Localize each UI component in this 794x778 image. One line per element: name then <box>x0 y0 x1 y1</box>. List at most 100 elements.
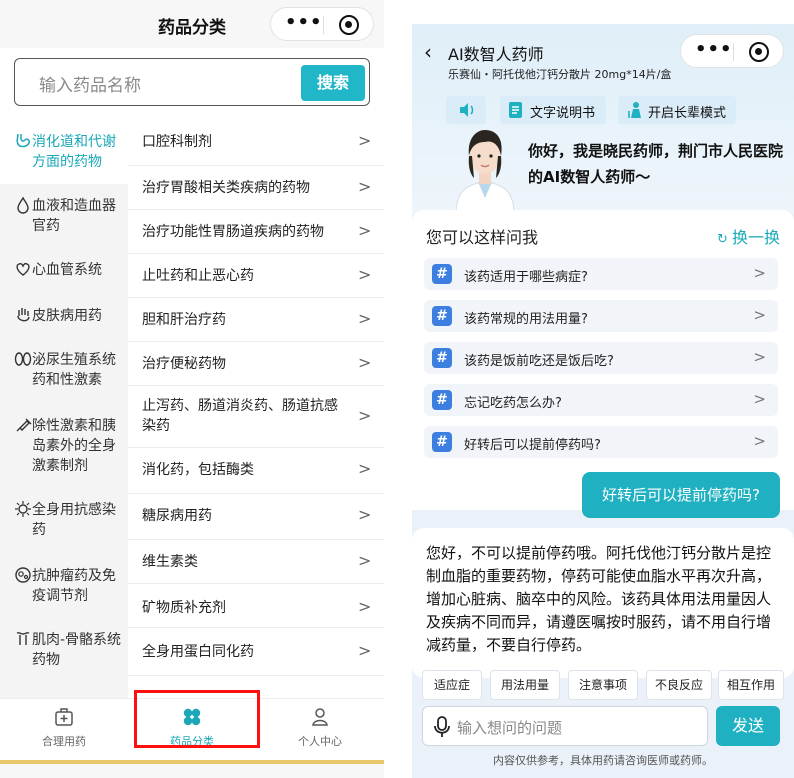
category-antineoplastic[interactable]: 抗肿瘤药及免疫调节剂 <box>0 560 128 624</box>
chevron-right-icon: > <box>358 551 372 570</box>
document-icon <box>508 101 524 119</box>
chevron-right-icon: > <box>358 221 372 240</box>
subcategory-item[interactable]: 治疗胃酸相关类疾病的药物 > <box>128 166 384 210</box>
hashtag-icon: # <box>432 306 452 326</box>
category-sidebar: 消化道和代谢方面的药物 血液和造血器官药 心血管系统 皮肤病用药 泌尿生殖系统药… <box>0 120 128 698</box>
subcategory-item[interactable]: 维生素类 > <box>128 540 384 584</box>
blood-drop-icon <box>14 196 32 216</box>
medicine-box-icon <box>54 707 74 727</box>
chip-side-effects[interactable]: 不良反应 <box>646 670 712 700</box>
search-area: 输入药品名称 搜索 <box>0 48 384 120</box>
close-mini-program-icon[interactable] <box>749 42 769 62</box>
search-input[interactable]: 输入药品名称 <box>39 71 141 96</box>
tab-label: 个人中心 <box>298 735 342 748</box>
kidney-icon <box>14 350 32 370</box>
microphone-icon[interactable] <box>433 716 451 738</box>
chip-precautions[interactable]: 注意事项 <box>568 670 638 700</box>
capsule-divider <box>733 43 734 61</box>
bottom-decor-line <box>0 760 384 764</box>
chevron-right-icon: > <box>358 505 372 524</box>
category-cardio[interactable]: 心血管系统 <box>0 248 128 294</box>
hand-icon <box>14 306 32 326</box>
subcategory-item[interactable]: 矿物质补充剂 > <box>128 584 384 628</box>
heart-icon <box>14 260 32 280</box>
subcategory-label: 止吐药和止恶心药 <box>142 268 254 284</box>
elder-mode-button[interactable]: 开启长辈模式 <box>618 96 736 124</box>
more-menu-icon[interactable]: ••• <box>285 14 322 34</box>
suggested-question[interactable]: # 该药常规的用法用量? > <box>424 300 778 332</box>
capsule-divider <box>323 16 324 34</box>
suggested-question[interactable]: # 好转后可以提前停药吗? > <box>424 426 778 458</box>
category-label: 全身用抗感染药 <box>32 502 116 538</box>
tab-personal-center[interactable]: 个人中心 <box>256 699 384 759</box>
suggested-question[interactable]: # 该药适用于哪些病症? > <box>424 258 778 290</box>
category-urogenital[interactable]: 泌尿生殖系统药和性激素 <box>0 340 128 404</box>
subcategory-item[interactable]: 糖尿病用药 > <box>128 494 384 540</box>
suggested-question[interactable]: # 忘记吃药怎么办? > <box>424 384 778 416</box>
pharmacist-header-area: ‹ AI数智人药师 乐赛仙・阿托伐他汀钙分散片 20mg*14片/盒 ••• 文… <box>412 24 794 215</box>
close-mini-program-icon[interactable] <box>339 15 359 35</box>
search-box: 输入药品名称 搜索 <box>14 58 370 106</box>
chip-dosage[interactable]: 用法用量 <box>490 670 560 700</box>
subcategory-item[interactable]: 口腔科制剂 > <box>128 120 384 166</box>
category-label: 抗肿瘤药及免疫调节剂 <box>32 568 116 604</box>
instructions-button[interactable]: 文字说明书 <box>500 96 606 124</box>
question-text: 该药常规的用法用量? <box>464 312 588 327</box>
voice-toggle-button[interactable] <box>446 96 486 124</box>
category-label: 血液和造血器官药 <box>32 198 116 234</box>
input-bar: 输入想问的问题 发送 <box>412 704 794 754</box>
category-skin[interactable]: 皮肤病用药 <box>0 294 128 340</box>
instructions-label: 文字说明书 <box>530 106 596 121</box>
category-blood[interactable]: 血液和造血器官药 <box>0 184 128 248</box>
subcategory-item[interactable]: 止泻药、肠道消炎药、肠道抗感染药 > <box>128 386 384 448</box>
chip-interactions[interactable]: 相互作用 <box>718 670 784 700</box>
question-text: 忘记吃药怎么办? <box>464 396 562 411</box>
subcategory-item[interactable]: 胆和肝治疗药 > <box>128 298 384 342</box>
subcategory-item[interactable]: 治疗便秘药物 > <box>128 342 384 386</box>
suggested-question[interactable]: # 该药是饭前吃还是饭后吃? > <box>424 342 778 374</box>
mini-program-capsule: ••• <box>270 7 374 41</box>
refresh-label: 换一换 <box>731 228 780 247</box>
search-button[interactable]: 搜索 <box>301 65 365 101</box>
chevron-right-icon: > <box>753 306 766 324</box>
category-label: 除性激素和胰岛素外的全身激素制剂 <box>32 418 116 474</box>
category-musculoskeletal[interactable]: 肌肉-骨骼系统药物 <box>0 624 128 688</box>
question-input[interactable]: 输入想问的问题 <box>422 706 708 746</box>
subcategory-label: 糖尿病用药 <box>142 508 212 524</box>
back-icon[interactable]: ‹ <box>424 40 432 64</box>
drug-category-screen: 药品分类 ••• 输入药品名称 搜索 消化道和代谢方面的药物 血液和造血器官药 … <box>0 0 384 778</box>
ai-pharmacist-screen: ‹ AI数智人药师 乐赛仙・阿托伐他汀钙分散片 20mg*14片/盒 ••• 文… <box>412 24 794 778</box>
chevron-right-icon: > <box>358 641 372 660</box>
subcategory-item[interactable]: 治疗功能性胃肠道疾病的药物 > <box>128 210 384 254</box>
chevron-right-icon: > <box>358 177 372 196</box>
page-title: AI数智人药师 <box>448 45 544 64</box>
chevron-right-icon: > <box>358 309 372 328</box>
category-anti-infective[interactable]: 全身用抗感染药 <box>0 500 128 560</box>
person-icon <box>310 707 330 727</box>
category-hormones[interactable]: 除性激素和胰岛素外的全身激素制剂 <box>0 404 128 500</box>
refresh-icon: ↻ <box>716 232 732 247</box>
subcategory-label: 矿物质补充剂 <box>142 600 226 616</box>
pharmacist-avatar <box>452 122 518 215</box>
quick-topic-bar: 适应症 用法用量 注意事项 不良反应 相互作用 <box>412 668 794 702</box>
category-digestive[interactable]: 消化道和代谢方面的药物 <box>0 120 128 184</box>
elder-mode-label: 开启长辈模式 <box>648 106 727 121</box>
chevron-right-icon: > <box>753 390 766 408</box>
subcategory-label: 口腔科制剂 <box>142 134 212 150</box>
tab-rational-use[interactable]: 合理用药 <box>0 699 128 759</box>
syringe-icon <box>14 416 32 436</box>
refresh-button[interactable]: ↻ 换一换 <box>717 224 780 248</box>
subcategory-item[interactable]: 全身用蛋白同化药 > <box>128 628 384 676</box>
question-text: 好转后可以提前停药吗? <box>464 438 601 453</box>
more-menu-icon[interactable]: ••• <box>695 41 732 61</box>
subcategory-item[interactable]: 止吐药和止恶心药 > <box>128 254 384 298</box>
send-button[interactable]: 发送 <box>716 706 780 746</box>
chip-indications[interactable]: 适应症 <box>422 670 482 700</box>
highlight-box <box>134 690 260 748</box>
hashtag-icon: # <box>432 264 452 284</box>
subcategory-item[interactable]: 消化药，包括酶类 > <box>128 448 384 494</box>
pharmacist-greeting: 你好，我是晓民药师，荆门市人民医院的AI数智人药师～ <box>528 142 784 186</box>
category-label: 皮肤病用药 <box>32 308 102 324</box>
hashtag-icon: # <box>432 390 452 410</box>
category-label: 心血管系统 <box>32 262 102 278</box>
